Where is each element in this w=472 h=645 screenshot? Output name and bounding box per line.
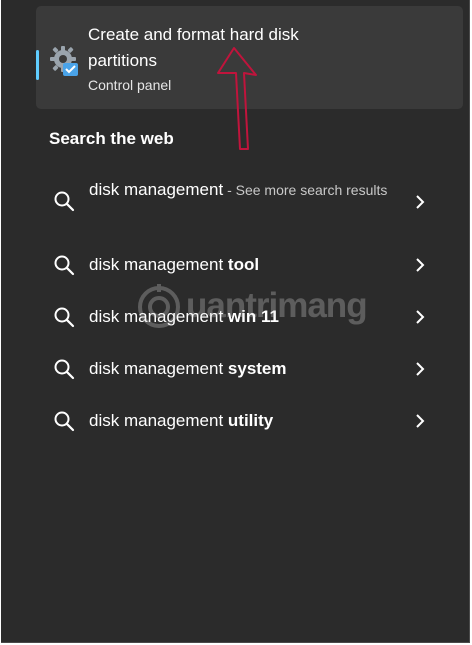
result-suggestion: tool	[227, 255, 260, 274]
search-icon	[54, 191, 75, 212]
search-icon	[54, 307, 75, 328]
result-query: disk management	[89, 307, 228, 326]
web-result-utility[interactable]: disk management utility	[36, 406, 463, 436]
result-query: disk management	[89, 359, 228, 378]
result-text: disk management utility	[89, 408, 273, 434]
search-results-panel: Create and format hard disk partitions C…	[1, 0, 470, 643]
search-icon	[54, 255, 75, 276]
search-the-web-heading: Search the web	[49, 129, 174, 148]
chevron-right-icon	[416, 362, 425, 376]
chevron-right-icon	[416, 258, 425, 272]
result-query: disk management	[89, 411, 228, 430]
web-result-see-more[interactable]: disk management - See more search result…	[36, 176, 463, 230]
result-text: disk management tool	[89, 252, 259, 278]
annotation-arrow-icon	[217, 47, 257, 150]
search-icon	[54, 411, 75, 432]
search-icon	[54, 359, 75, 380]
web-result-system[interactable]: disk management system	[36, 354, 463, 384]
result-text: disk management win 11	[89, 304, 279, 330]
selection-indicator	[36, 50, 39, 80]
result-query: disk management	[89, 180, 224, 199]
result-hint: - See more search results	[223, 182, 388, 198]
chevron-right-icon	[416, 310, 425, 324]
chevron-right-icon	[416, 195, 425, 209]
web-result-win11[interactable]: disk management win 11	[36, 302, 463, 332]
result-text: disk management system	[89, 356, 287, 382]
result-suggestion: system	[227, 359, 287, 378]
web-result-tool[interactable]: disk management tool	[36, 250, 463, 280]
result-text: disk management - See more search result…	[89, 177, 389, 203]
best-match-subtitle: Control panel	[88, 77, 172, 93]
result-suggestion: utility	[227, 411, 274, 430]
chevron-right-icon	[416, 414, 425, 428]
result-suggestion: win 11	[227, 307, 279, 326]
result-query: disk management	[89, 255, 228, 274]
control-panel-gear-icon	[50, 46, 78, 76]
